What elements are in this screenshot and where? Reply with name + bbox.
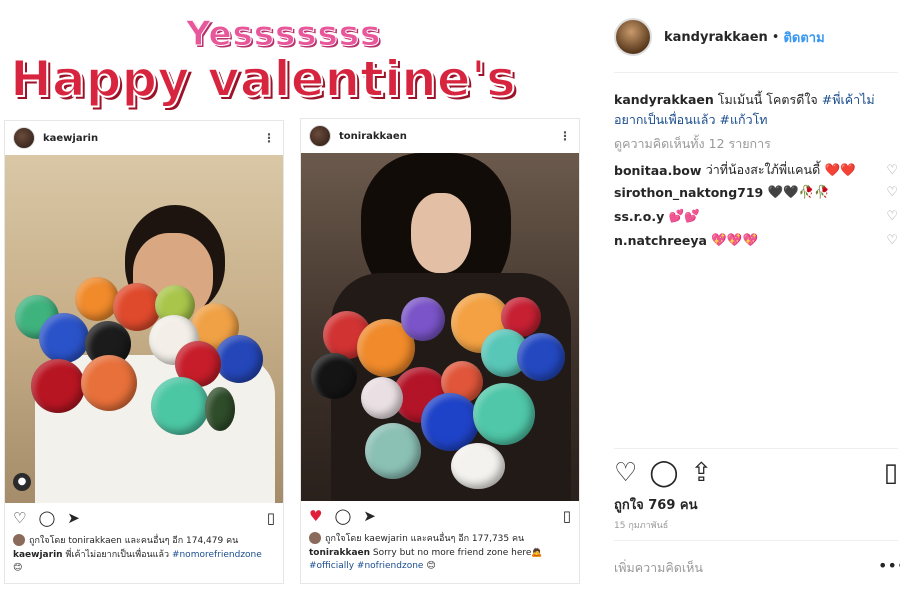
comment-row: n.natchreeya 💖💖💖 ♡ [614,232,898,248]
caption-username: tonirakkaen [309,548,371,558]
comment-like-icon[interactable]: ♡ [886,209,898,224]
heart-icon: ♡ [13,509,27,527]
rose [517,333,565,381]
bookmark-icon: ▯ [266,509,275,527]
avatar [13,127,35,149]
caption-emoji: 😊 [426,561,436,571]
embedded-post-username: tonirakkaen [339,130,407,142]
comment-emoji: 💖💖💖 [711,232,759,247]
share-icon: ➤ [363,507,376,525]
follow-button[interactable]: ติดตาม [783,27,824,48]
embedded-post-header: kaewjarin ⋮ [5,121,283,155]
comment-row: sirothon_naktong719 🖤🖤🥀🥀 ♡ [614,184,898,200]
comment-icon[interactable]: ◯ [649,458,678,488]
post-header: kandyrakkaen • ติดตาม [614,18,825,56]
rose [151,377,209,435]
rose [365,423,421,479]
embedded-post-left: kaewjarin ⋮ ● ♡ ◯ ➤ ▯ ถูกใจโดย tonirakka… [4,120,284,584]
share-icon: ➤ [67,509,80,527]
comment-emoji: ❤️❤️ [824,162,856,177]
avatar [309,532,321,544]
caption-hashtags: #officially #nofriendzone [309,561,424,571]
more-options-icon[interactable]: ••• [878,556,900,575]
comment-row: ss.r.o.y 💕💕 ♡ [614,208,898,224]
comment-username[interactable]: ss.r.o.y [614,209,664,224]
comment-row: bonitaa.bow ว่าที่น้องสะใภ้พี่แคนดี้ ❤️❤… [614,160,898,180]
more-options-icon: ⋮ [263,131,275,145]
more-options-icon: ⋮ [559,129,571,143]
rose [451,443,505,489]
comment-icon: ◯ [38,509,56,527]
caption-username[interactable]: kandyrakkaen [614,92,714,107]
caption-text: โมเม้นนี้ โคตรดีใจ [717,92,818,107]
comment-username[interactable]: sirothon_naktong719 [614,185,763,200]
post-caption: kandyrakkaen โมเม้นนี้ โคตรดีใจ #พี่เค้า… [614,90,894,130]
rose [205,387,235,431]
divider [614,448,898,449]
rose [311,353,357,399]
heart-icon[interactable]: ♡ [614,458,637,488]
comment-username[interactable]: n.natchreeya [614,233,707,248]
comment-like-icon[interactable]: ♡ [886,233,898,248]
embedded-caption: tonirakkaen Sorry but no more friend zon… [301,545,579,575]
share-icon[interactable]: ⇪ [690,458,712,488]
comment-emoji: 🖤🖤🥀🥀 [767,184,830,199]
rose [401,297,445,341]
embedded-post-photo: ● [5,155,283,503]
rose [361,377,403,419]
separator-dot: • [771,29,780,45]
embedded-liked-by: ถูกใจโดย kaewjarin และคนอื่นๆ อีก 177,73… [301,531,579,545]
embedded-post-actions: ♡ ◯ ➤ ▯ [5,503,283,533]
rose [215,335,263,383]
rose [75,277,119,321]
embedded-post-actions: ♥ ◯ ➤ ▯ [301,501,579,531]
embedded-post-header: tonirakkaen ⋮ [301,119,579,153]
rose [421,393,479,451]
view-all-comments-link[interactable]: ดูความคิดเห็นทั้ง 12 รายการ [614,134,771,154]
rose [31,359,85,413]
bookmark-icon[interactable]: ▯ [884,458,898,488]
comment-username[interactable]: bonitaa.bow [614,163,701,178]
post-date: 15 กุมภาพันธ์ [614,521,669,531]
comment-text: ว่าที่น้องสะใภ้พี่แคนดี้ [705,162,821,177]
post-username-link[interactable]: kandyrakkaen [664,30,768,45]
comment-like-icon[interactable]: ♡ [886,163,898,178]
caption-hashtag-2[interactable]: #แก้วโท [719,112,767,127]
caption-text: พี่เค้าไม่อยากเป็นเพื่อนแล้ว [65,550,170,560]
heart-filled-icon: ♥ [309,507,323,525]
embedded-liked-by: ถูกใจโดย tonirakkaen และคนอื่นๆ อีก 174,… [5,533,283,547]
caption-hashtag: #nomorefriendzone [171,550,262,560]
divider [614,72,898,73]
divider [614,540,898,541]
post-sidebar: kandyrakkaen • ติดตาม kandyrakkaen โมเม้… [600,0,900,592]
avatar [309,125,331,147]
post-actions: ♡ ◯ ⇪ ▯ [614,458,898,488]
rose [81,355,137,411]
bookmark-icon: ▯ [562,507,571,525]
add-comment-input[interactable]: เพิ่มความคิดเห็น [614,558,703,578]
avatar [13,534,25,546]
embedded-post-photo [301,153,579,501]
caption-emoji: 😊 [13,563,23,573]
liked-by-text: ถูกใจโดย kaewjarin และคนอื่นๆ อีก 177,73… [325,534,525,544]
comment-emoji: 💕💕 [668,208,700,223]
rose [39,313,89,363]
embedded-caption: kaewjarin พี่เค้าไม่อยากเป็นเพื่อนแล้ว #… [5,547,283,577]
tagged-user-icon: ● [13,473,31,491]
overlay-title-main: Happy valentine's [9,49,517,109]
likes-count[interactable]: ถูกใจ 769 คน [614,494,697,515]
caption-username: kaewjarin [13,550,63,560]
embedded-post-username: kaewjarin [43,132,99,144]
embedded-post-right: tonirakkaen ⋮ ♥ ◯ ➤ ▯ ถูกใจโดย kaewjarin… [300,118,580,584]
rose [473,383,535,445]
comment-like-icon[interactable]: ♡ [886,185,898,200]
comment-icon: ◯ [334,507,352,525]
overlay-title-top: Yesssssss [185,14,382,55]
caption-text: Sorry but no more friend zone here🙇 [372,548,543,558]
post-media[interactable]: kaewjarin ⋮ ● ♡ ◯ ➤ ▯ ถูกใจโดย tonirakka… [0,0,600,592]
avatar[interactable] [614,18,652,56]
liked-by-text: ถูกใจโดย tonirakkaen และคนอื่นๆ อีก 174,… [29,536,239,546]
